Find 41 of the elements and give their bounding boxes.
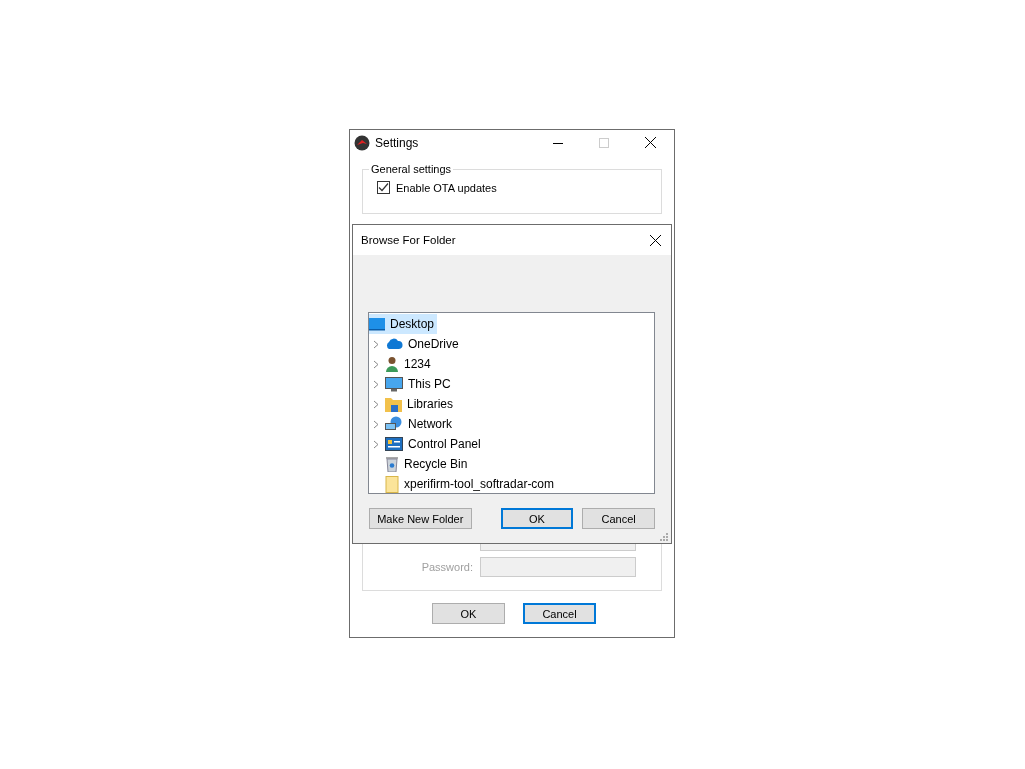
tree-item[interactable]: Recycle Bin [385,454,471,474]
resize-grip-icon[interactable] [660,533,668,541]
recycle-bin-icon [385,456,399,472]
chevron-icon[interactable] [373,419,379,429]
maximize-icon[interactable] [599,137,609,148]
group-legend: General settings [369,163,454,175]
field-label: Password: [421,561,473,573]
password-field[interactable] [480,557,636,577]
tree-item[interactable]: 1234 [385,354,434,374]
tree-item[interactable]: Libraries [385,394,457,414]
chevron-icon[interactable] [373,399,379,409]
checkbox[interactable] [377,181,390,194]
ok-button[interactable]: OK [432,603,505,624]
chevron-icon[interactable] [373,439,379,449]
new-folder-button[interactable]: Make New Folder [369,508,472,529]
tree-item[interactable]: Control Panel [385,434,484,454]
chevron-icon[interactable] [373,339,379,349]
tree-item[interactable]: Desktop [369,314,438,334]
close-icon[interactable] [650,234,661,246]
tree-item[interactable]: Network [385,414,455,434]
tree-item[interactable]: This PC [385,374,454,394]
cancel-button[interactable]: Cancel [523,603,596,624]
network-icon [385,416,403,432]
close-icon[interactable] [645,137,656,148]
window-title: Settings [375,135,419,150]
folder-icon [385,396,402,412]
control-panel-icon [385,437,403,451]
monitor-icon [385,376,403,392]
desktop-icon [369,317,385,331]
chevron-icon[interactable] [373,359,379,369]
ok-button[interactable]: OK [500,508,574,529]
app-logo-icon [354,134,370,151]
cancel-button[interactable]: Cancel [582,508,655,529]
checkbox-label: Enable OTA updates [396,181,497,194]
dialog-title: Browse For Folder [361,234,456,246]
user-icon [385,356,399,372]
folder-icon [385,475,399,493]
tree-item[interactable]: xperifirm-tool_softradar-com [385,474,558,494]
cloud-icon [385,338,403,350]
tree-item[interactable]: OneDrive [385,334,462,354]
chevron-icon[interactable] [373,379,379,389]
